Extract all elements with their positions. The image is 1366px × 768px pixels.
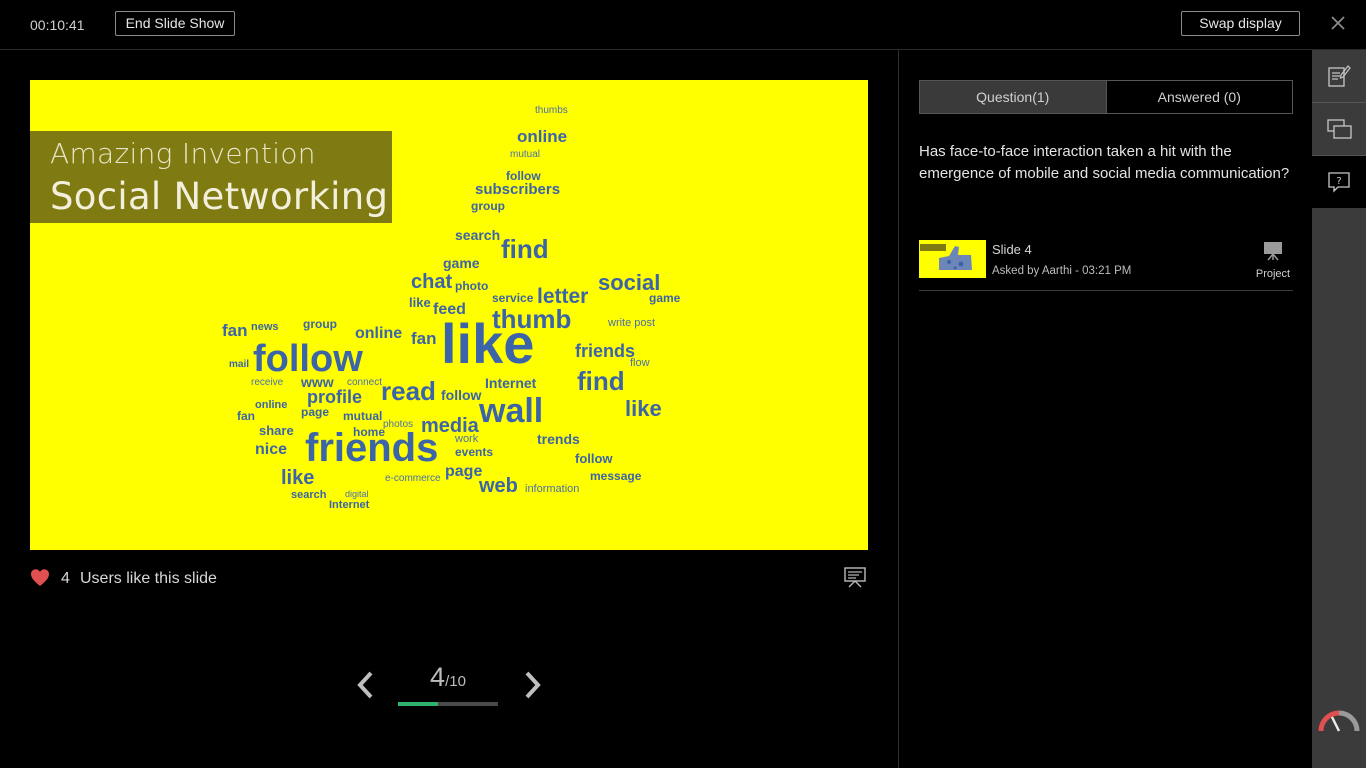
word: thumbs [535, 105, 568, 116]
question-text: Has face-to-face interaction taken a hit… [919, 143, 1290, 182]
tab-questions[interactable]: Question(1) [920, 81, 1107, 113]
word: page [445, 463, 483, 480]
word: page [301, 405, 330, 419]
word: follow [575, 451, 613, 466]
word: like [281, 467, 315, 489]
elapsed-timer: 00:10:41 [30, 17, 85, 33]
current-page: 4 [430, 662, 446, 692]
word: trends [537, 431, 580, 447]
word: mail [229, 359, 250, 370]
word: e-commerce [385, 473, 441, 484]
likes-label: Users like this slide [80, 570, 217, 587]
word: subscribers [475, 181, 561, 198]
heart-icon [31, 569, 49, 586]
top-bar: 00:10:41 End Slide Show Swap display [0, 0, 1366, 50]
word: news [251, 321, 279, 333]
question-slide-thumbnail [919, 240, 986, 278]
close-icon[interactable] [1329, 12, 1347, 34]
word: Internet [329, 499, 370, 511]
word: digital [345, 489, 369, 499]
current-slide: Amazing Invention Social Networking thum… [30, 80, 868, 550]
question-bubble-icon: ? [1328, 172, 1350, 193]
end-slide-show-button[interactable]: End Slide Show [115, 11, 235, 36]
word: like [625, 396, 662, 421]
word: online [517, 127, 568, 146]
word: find [577, 366, 625, 396]
slides-overlap-icon [1327, 119, 1352, 139]
word: wall [479, 392, 544, 430]
word: nice [255, 441, 288, 458]
word: events [455, 445, 494, 459]
word: friends [305, 426, 439, 470]
word: mutual [343, 409, 383, 423]
question-item: Slide 4 Asked by Aarthi - 03:21 PM Proje… [919, 239, 1293, 291]
chevron-left-icon[interactable] [355, 670, 377, 700]
word: information [525, 483, 580, 495]
slide-progress-fill [398, 702, 438, 706]
word: Internet [485, 375, 537, 391]
word: profile [307, 387, 363, 407]
tab-answered[interactable]: Answered (0) [1107, 81, 1293, 113]
chevron-right-icon[interactable] [521, 670, 543, 700]
notes-edit-icon [1328, 65, 1351, 87]
word: search [291, 489, 327, 501]
word: web [479, 475, 518, 497]
word: like [409, 295, 431, 310]
project-label: Project [1255, 268, 1291, 280]
likes-count: 4 [61, 570, 70, 587]
word: service [492, 291, 534, 305]
questions-button[interactable]: ? [1312, 156, 1366, 208]
word: group [471, 199, 505, 213]
word: receive [251, 377, 284, 388]
word: message [590, 469, 642, 483]
presenter-main-area: Amazing Invention Social Networking thum… [0, 50, 898, 768]
page-indicator: 4/10 [398, 662, 498, 693]
word: find [501, 234, 549, 264]
qa-tabs: Question(1) Answered (0) [919, 80, 1293, 114]
word: flow [630, 357, 650, 369]
word: follow [441, 387, 482, 403]
swap-display-button[interactable]: Swap display [1181, 11, 1300, 36]
total-pages: /10 [445, 673, 466, 690]
svg-text:?: ? [1336, 176, 1341, 187]
gauge-icon[interactable] [1317, 705, 1361, 733]
word: photo [455, 279, 489, 293]
word: game [649, 291, 681, 305]
word: work [455, 433, 479, 445]
word: game [443, 255, 480, 271]
word: friends [575, 341, 636, 361]
thumbs-up-word-cloud: thumbs online mutual follow subscribers … [215, 100, 680, 520]
word: read [381, 376, 436, 406]
question-asked-by: Asked by Aarthi - 03:21 PM [992, 265, 1132, 277]
slide-progress-bar [398, 702, 498, 706]
presentation-board-icon[interactable] [843, 565, 867, 589]
word: share [259, 423, 294, 438]
word: fan [411, 329, 437, 348]
qa-panel: Question(1) Answered (0) Has face-to-fac… [899, 50, 1312, 768]
question-slide-ref: Slide 4 [992, 242, 1032, 257]
word: fan [237, 409, 255, 423]
notes-button[interactable] [1312, 50, 1366, 103]
projector-screen-icon [1264, 242, 1282, 261]
word: chat [411, 271, 453, 293]
word: write post [608, 317, 656, 329]
word: like [441, 312, 535, 375]
word: group [303, 317, 337, 331]
slides-button[interactable] [1312, 103, 1366, 156]
word: mutual [510, 149, 541, 160]
word: fan [222, 321, 248, 340]
word: search [455, 227, 501, 243]
word: follow [253, 338, 363, 380]
word: online [255, 399, 288, 411]
tool-sidebar: ? [1312, 50, 1366, 768]
project-button[interactable]: Project [1253, 240, 1293, 282]
